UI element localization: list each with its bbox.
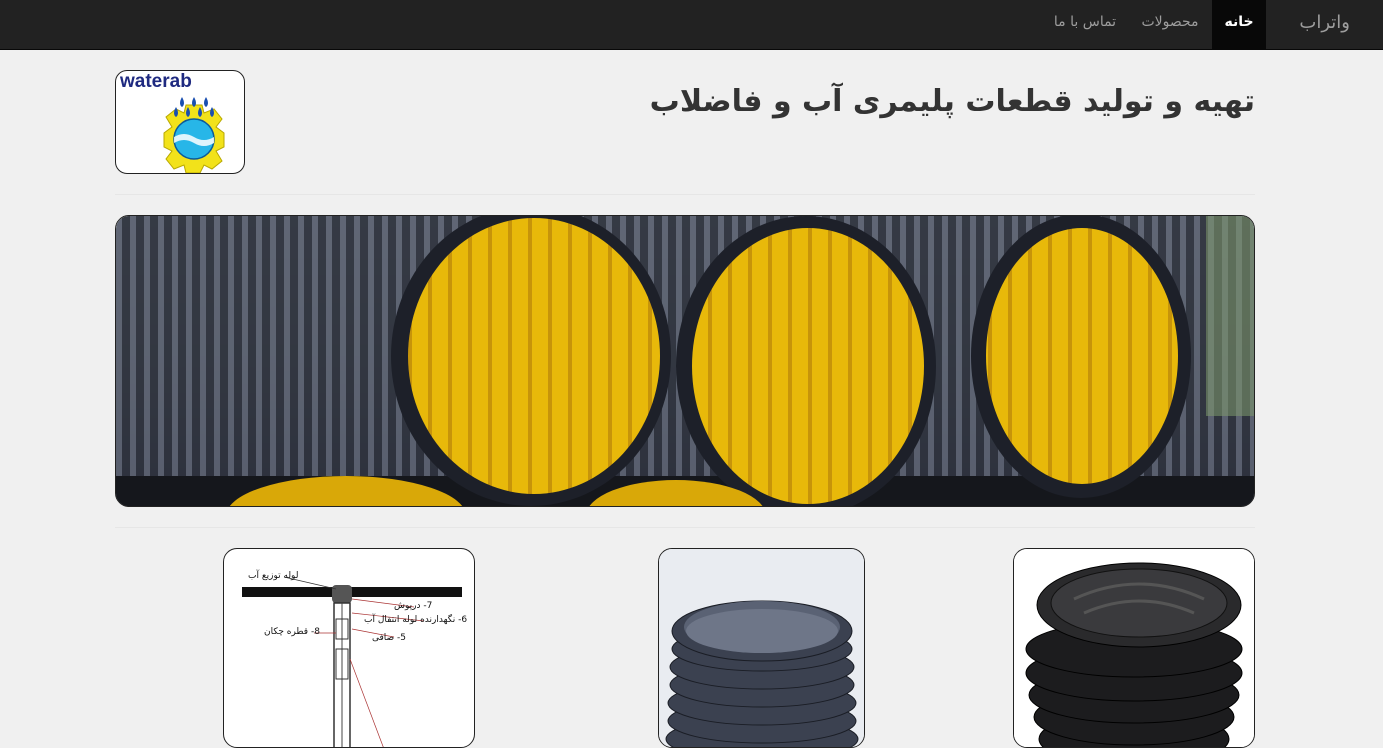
company-logo[interactable]: waterab	[115, 70, 245, 174]
corrugated-pipe-icon	[659, 549, 864, 747]
diagram-label: 8- قطره چکان	[264, 627, 320, 637]
hero-banner-image	[115, 215, 1255, 507]
logo-gear-drops-icon	[163, 97, 225, 173]
divider	[115, 194, 1255, 195]
manhole-chamber-icon	[1014, 549, 1254, 747]
nav-item-contact[interactable]: تماس با ما	[1040, 0, 1130, 49]
product-thumb-fitting-diagram[interactable]: لوله توزیع آب 7- درپوش 6- نگهدارنده لوله…	[223, 548, 475, 748]
product-thumb-corrugated-pipe[interactable]	[658, 548, 865, 748]
diagram-label: 6- نگهدارنده لوله انتقال آب	[364, 615, 468, 625]
nav-item-home[interactable]: خانه	[1212, 0, 1266, 49]
diagram-label: لوله توزیع آب	[248, 571, 299, 581]
diagram-label: 5- صافی	[372, 633, 407, 643]
nav-item-products[interactable]: محصولات	[1130, 0, 1210, 49]
brand-link[interactable]: واتراب	[1299, 0, 1350, 50]
corrugated-pipes-illustration	[116, 216, 1254, 506]
diagram-label: 7- درپوش	[394, 601, 433, 611]
product-thumb-manhole-chamber[interactable]	[1013, 548, 1255, 748]
divider	[115, 527, 1255, 528]
top-navbar: واتراب خانه محصولات تماس با ما	[0, 0, 1383, 50]
page-title: تهیه و تولید قطعات پلیمری آب و فاضلاب	[649, 84, 1255, 119]
